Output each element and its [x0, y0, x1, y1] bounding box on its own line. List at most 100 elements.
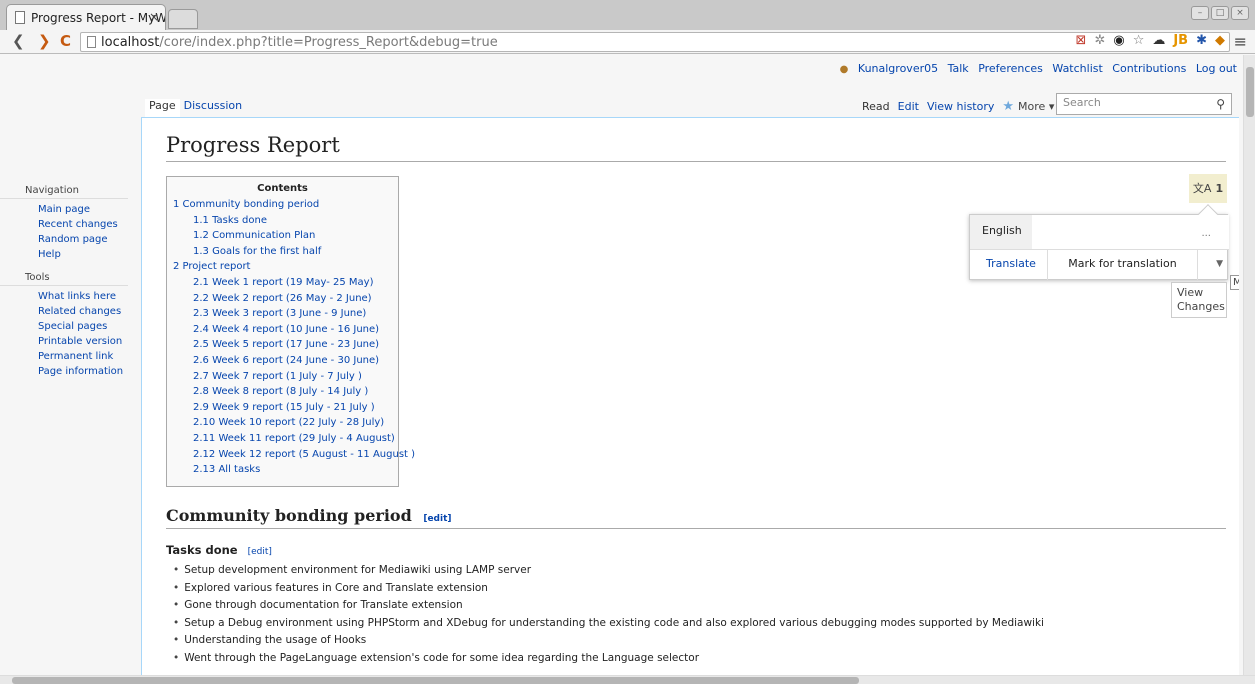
forward-button[interactable]: ❯ [38, 32, 51, 50]
more-languages[interactable]: ... [1201, 228, 1211, 239]
toc-item: 2.13 All tasks [173, 462, 392, 478]
toc-link[interactable]: 2.5 Week 5 report (17 June - 23 June) [193, 339, 379, 350]
browser-tab[interactable]: Progress Report - MyW × [6, 4, 166, 30]
toc-link[interactable]: 2.13 All tasks [193, 464, 260, 475]
toc-item: 2.2 Week 2 report (26 May - 2 June) [173, 291, 392, 307]
sidebar-item-special-pages[interactable]: Special pages [38, 321, 107, 332]
sidebar-item-recent-changes[interactable]: Recent changes [38, 219, 118, 230]
toc-item: 2.5 Week 5 report (17 June - 23 June) [173, 337, 392, 353]
toc-link[interactable]: 2.4 Week 4 report (10 June - 16 June) [193, 324, 379, 335]
sidebar-item-what-links-here[interactable]: What links here [38, 291, 116, 302]
bookmark-star-icon[interactable]: ☆ [1133, 33, 1145, 48]
vertical-scroll-thumb[interactable] [1246, 67, 1254, 117]
logout-link[interactable]: Log out [1196, 62, 1237, 75]
translate-badge[interactable]: 文A 1 [1189, 174, 1227, 203]
list-item: Understanding the usage of Hooks [173, 632, 1044, 650]
toc-link[interactable]: 2 Project report [173, 261, 250, 272]
toc-item: 2.3 Week 3 report (3 June - 9 June) [173, 306, 392, 322]
new-tab-button[interactable] [168, 9, 198, 29]
watch-star-icon[interactable]: ★ [1002, 99, 1014, 114]
toc-title: Contents [257, 183, 308, 194]
vertical-scrollbar[interactable] [1243, 55, 1255, 675]
user-icon: ● [839, 64, 849, 75]
tasks-list: Setup development environment for Mediaw… [173, 562, 1044, 667]
sidebar: Navigation Main page Recent changes Rand… [0, 185, 140, 389]
subsection-edit-link[interactable]: [edit] [248, 547, 272, 557]
menu-icon[interactable]: ≡ [1234, 32, 1247, 51]
toc-item: 1.3 Goals for the first half [173, 244, 392, 260]
bug-icon[interactable]: ✱ [1196, 33, 1207, 48]
wiki-page: ● Kunalgrover05 Talk Preferences Watchli… [0, 55, 1255, 677]
browser-toolbar: ❮ ❯ C localhost/core/index.php?title=Pro… [0, 30, 1255, 54]
view-tabs: Read Edit View history ★ More ▾ [858, 95, 1062, 117]
tab-edit[interactable]: Edit [894, 100, 923, 113]
translate-count: 1 [1215, 182, 1224, 195]
contributions-link[interactable]: Contributions [1112, 62, 1186, 75]
toc-item: 1.1 Tasks done [173, 213, 392, 229]
back-button[interactable]: ❮ [12, 32, 25, 50]
extension-icon[interactable]: ✲ [1094, 33, 1105, 48]
toc-item: 1.2 Communication Plan [173, 228, 392, 244]
talk-link[interactable]: Talk [948, 62, 969, 75]
search-input[interactable]: Search ⚲ [1056, 93, 1232, 115]
list-item: Setup a Debug environment using PHPStorm… [173, 615, 1044, 633]
toc-link[interactable]: 2.8 Week 8 report (8 July - 14 July ) [193, 386, 368, 397]
sidebar-item-printable-version[interactable]: Printable version [38, 336, 122, 347]
horizontal-scrollbar[interactable] [0, 675, 1255, 684]
toc-item: 2 Project report [173, 259, 392, 275]
translation-popup: English ... Translate Mark for translati… [969, 204, 1229, 280]
reload-button[interactable]: C [60, 32, 71, 50]
cloud-icon[interactable]: ☁ [1152, 33, 1165, 48]
sidebar-item-main-page[interactable]: Main page [38, 204, 90, 215]
toc-link[interactable]: 2.9 Week 9 report (15 July - 21 July ) [193, 402, 375, 413]
extension-icon[interactable]: ⊠ [1076, 33, 1087, 48]
translate-icon: 文A [1192, 182, 1212, 195]
watchlist-link[interactable]: Watchlist [1052, 62, 1102, 75]
sidebar-item-help[interactable]: Help [38, 249, 61, 260]
toc-link[interactable]: 1 Community bonding period [173, 199, 319, 210]
sidebar-item-related-changes[interactable]: Related changes [38, 306, 121, 317]
tools-list: What links here Related changes Special … [0, 289, 140, 379]
toc-link[interactable]: 2.12 Week 12 report (5 August - 11 Augus… [193, 449, 415, 460]
toc-link[interactable]: 1.1 Tasks done [193, 215, 267, 226]
horizontal-scroll-thumb[interactable] [12, 677, 859, 684]
search-icon[interactable]: ⚲ [1216, 97, 1225, 111]
address-bar[interactable]: localhost/core/index.php?title=Progress_… [80, 32, 1230, 52]
toc-link[interactable]: 2.10 Week 10 report (22 July - 28 July) [193, 417, 384, 428]
toc-link[interactable]: 2.11 Week 11 report (29 July - 4 August) [193, 433, 395, 444]
extension-icon[interactable]: ◉ [1113, 33, 1124, 48]
extension-icon[interactable]: ◆ [1215, 33, 1225, 48]
toc-item: 2.8 Week 8 report (8 July - 14 July ) [173, 384, 392, 400]
minimize-icon[interactable]: – [1191, 6, 1209, 20]
toc-link[interactable]: 2.1 Week 1 report (19 May- 25 May) [193, 277, 374, 288]
content-area: Progress Report Contents 1 Community bon… [141, 117, 1239, 677]
sidebar-item-page-information[interactable]: Page information [38, 366, 123, 377]
preferences-link[interactable]: Preferences [978, 62, 1043, 75]
close-window-icon[interactable]: × [1231, 6, 1249, 20]
tab-page[interactable]: Page [145, 99, 180, 117]
tab-discussion[interactable]: Discussion [180, 99, 247, 117]
toc-link[interactable]: 2.2 Week 2 report (26 May - 2 June) [193, 293, 372, 304]
translate-link[interactable]: Translate [970, 250, 1048, 280]
section-edit-link[interactable]: [edit] [423, 514, 451, 524]
more-menu[interactable]: More ▾ [1018, 100, 1054, 113]
username-link[interactable]: Kunalgrover05 [858, 62, 938, 75]
toc-link[interactable]: 1.2 Communication Plan [193, 230, 315, 241]
tab-read[interactable]: Read [858, 100, 894, 113]
jb-icon[interactable]: JB [1173, 33, 1188, 48]
sidebar-item-permanent-link[interactable]: Permanent link [38, 351, 113, 362]
toc-link[interactable]: 1.3 Goals for the first half [193, 246, 321, 257]
language-label[interactable]: English [970, 215, 1032, 249]
maximize-icon[interactable]: □ [1211, 6, 1229, 20]
mark-for-translation-button[interactable]: Mark for translation [1048, 250, 1198, 280]
sidebar-item-random-page[interactable]: Random page [38, 234, 108, 245]
tab-view-history[interactable]: View history [923, 100, 998, 113]
toc-link[interactable]: 2.3 Week 3 report (3 June - 9 June) [193, 308, 366, 319]
close-tab-icon[interactable]: × [149, 10, 159, 24]
personal-tools: ● Kunalgrover05 Talk Preferences Watchli… [840, 62, 1237, 75]
list-item: Went through the PageLanguage extension'… [173, 650, 1044, 668]
toc-link[interactable]: 2.6 Week 6 report (24 June - 30 June) [193, 355, 379, 366]
window-controls: – □ × [1191, 6, 1249, 20]
toc-link[interactable]: 2.7 Week 7 report (1 July - 7 July ) [193, 371, 362, 382]
dropdown-arrow-icon[interactable]: ▼ [1216, 259, 1223, 269]
